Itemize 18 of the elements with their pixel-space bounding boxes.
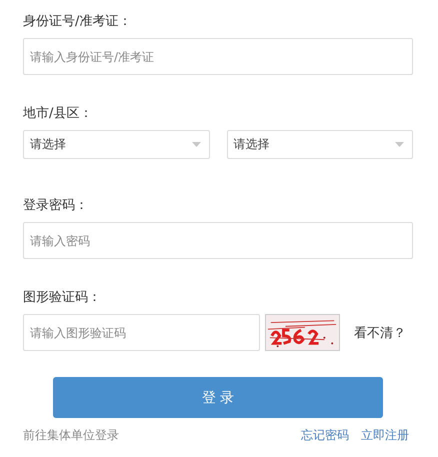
field-label: 图形验证码： [23,290,102,306]
refresh-captcha-link[interactable]: 看不清？ [354,324,406,342]
dropdown-caret-icon [192,142,200,147]
captcha-field[interactable]: 请输入图形验证码 [23,314,260,351]
dropdown-value: 请选择 [234,136,270,153]
field-label: 地市/县区： [23,106,94,122]
password-field[interactable]: 请输入密码 [23,222,413,259]
dropdown-caret-icon [395,142,404,147]
dropdown[interactable]: 请选择 [23,130,210,159]
group-login-link[interactable]: 前往集体单位登录 [23,427,119,444]
id-number-field[interactable]: 请输入身份证号/准考证 [23,38,413,75]
dropdown-value: 请选择 [30,136,66,153]
field-label: 身份证号/准考证： [23,14,132,30]
login-button[interactable]: 登 录 [53,377,383,418]
account-link[interactable]: 忘记密码 [301,427,349,444]
account-link[interactable]: 立即注册 [361,427,409,444]
field-label: 登录密码： [23,198,89,214]
dropdown[interactable]: 请选择 [226,130,413,159]
